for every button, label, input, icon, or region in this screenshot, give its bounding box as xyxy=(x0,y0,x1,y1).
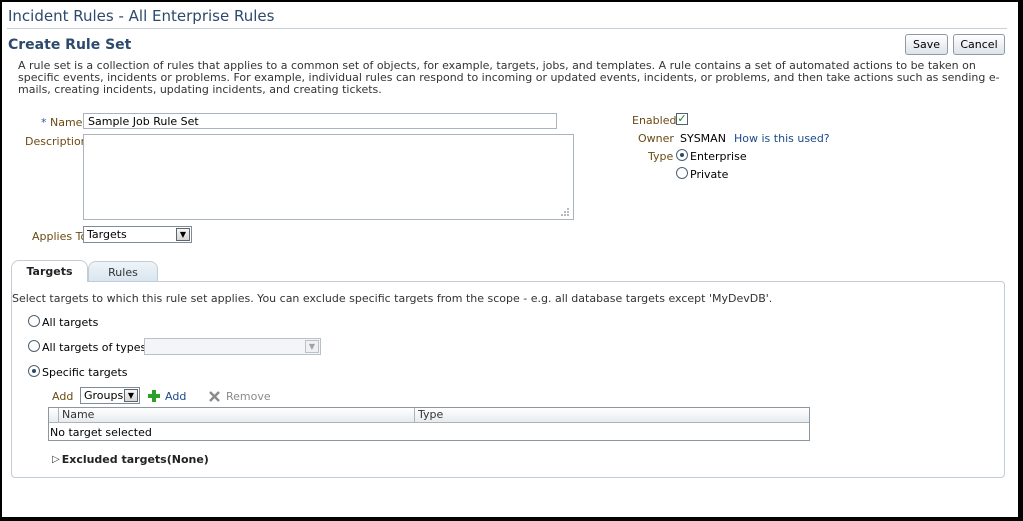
type-private-radio[interactable] xyxy=(676,167,688,179)
header-divider xyxy=(7,28,1007,29)
tab-targets[interactable]: Targets xyxy=(11,260,88,282)
required-marker: * xyxy=(41,116,47,129)
save-button[interactable]: Save xyxy=(905,34,948,55)
excluded-targets-toggle[interactable]: ▷ Excluded targets(None) xyxy=(52,453,209,466)
all-targets-of-types-label: All targets of types xyxy=(42,341,147,354)
applies-to-label: Applies To xyxy=(32,230,88,243)
chevron-down-icon: ▼ xyxy=(305,340,319,353)
empty-table-message: No target selected xyxy=(50,426,152,439)
intro-text: A rule set is a collection of rules that… xyxy=(18,59,1000,96)
section-title: Create Rule Set xyxy=(8,37,132,53)
owner-label: Owner xyxy=(638,132,674,145)
cancel-button[interactable]: Cancel xyxy=(953,34,1005,55)
excluded-targets-label: Excluded targets(None) xyxy=(61,453,209,466)
add-target-button[interactable]: Add xyxy=(147,388,197,404)
add-type-value: Groups xyxy=(84,389,124,402)
page-title: Incident Rules - All Enterprise Rules xyxy=(8,7,275,25)
triangle-right-icon: ▷ xyxy=(52,454,60,465)
enabled-label: Enabled xyxy=(632,114,677,127)
target-types-select[interactable]: ▼ xyxy=(144,338,321,355)
type-enterprise-label: Enterprise xyxy=(690,150,747,163)
row-selector-header xyxy=(49,408,59,423)
table-header: Name Type xyxy=(49,408,809,423)
plus-icon xyxy=(148,390,160,402)
applies-to-value: Targets xyxy=(87,228,127,241)
type-label: Type xyxy=(648,150,674,163)
owner-value: SYSMAN xyxy=(680,132,726,145)
column-header-type[interactable]: Type xyxy=(415,408,809,423)
remove-target-button[interactable]: Remove xyxy=(208,388,278,404)
tab-rules[interactable]: Rules xyxy=(88,261,158,282)
name-label-text: Name xyxy=(50,116,83,129)
column-header-name[interactable]: Name xyxy=(59,408,415,423)
resize-grip-icon[interactable] xyxy=(558,205,570,217)
chevron-down-icon: ▼ xyxy=(176,228,190,241)
remove-button-label: Remove xyxy=(226,389,271,403)
how-is-this-used-link[interactable]: How is this used? xyxy=(734,132,830,145)
description-textarea[interactable] xyxy=(83,134,574,220)
specific-targets-radio[interactable] xyxy=(28,365,40,377)
all-targets-radio[interactable] xyxy=(28,315,40,327)
targets-tab-panel xyxy=(11,281,1005,478)
x-icon xyxy=(209,390,220,402)
enabled-checkbox[interactable]: ✓ xyxy=(676,113,688,125)
name-label: * Name xyxy=(41,116,82,129)
add-button-label: Add xyxy=(165,389,187,403)
add-label: Add xyxy=(52,390,74,403)
all-targets-of-types-radio[interactable] xyxy=(28,340,40,352)
type-private-label: Private xyxy=(690,168,729,181)
description-label: Description xyxy=(25,135,88,148)
all-targets-label: All targets xyxy=(42,316,99,329)
applies-to-select[interactable]: Targets ▼ xyxy=(83,226,192,243)
name-input[interactable]: Sample Job Rule Set xyxy=(83,113,557,129)
specific-targets-label: Specific targets xyxy=(42,366,128,379)
targets-table: Name Type No target selected xyxy=(48,407,810,441)
targets-instructions: Select targets to which this rule set ap… xyxy=(12,292,773,305)
chevron-down-icon: ▼ xyxy=(124,389,138,402)
checkmark-icon: ✓ xyxy=(677,112,687,125)
type-enterprise-radio[interactable] xyxy=(676,149,688,161)
window: Incident Rules - All Enterprise Rules Cr… xyxy=(2,2,1018,517)
add-type-select[interactable]: Groups ▼ xyxy=(80,387,140,404)
